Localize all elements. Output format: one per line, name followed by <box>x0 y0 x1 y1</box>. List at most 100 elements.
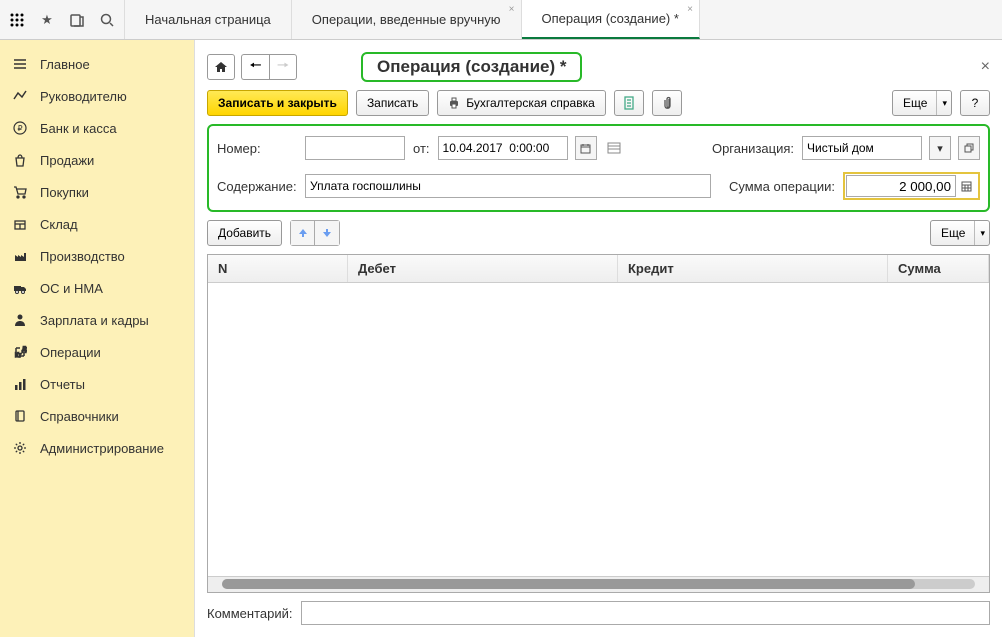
calculator-button[interactable] <box>955 175 977 197</box>
more-button[interactable]: Еще ▾ <box>892 90 952 116</box>
chevron-down-icon: ▾ <box>936 91 947 115</box>
ops-icon: ДтКт <box>12 344 28 360</box>
sidebar-item-manager[interactable]: Руководителю <box>0 80 194 112</box>
list-icon[interactable] <box>605 139 623 157</box>
tab-operations-list[interactable]: Операции, введенные вручную × <box>292 0 522 39</box>
sidebar-item-label: Продажи <box>40 153 94 168</box>
report-button[interactable]: Бухгалтерская справка <box>437 90 606 116</box>
sidebar-item-main[interactable]: Главное <box>0 48 194 80</box>
comment-input[interactable] <box>301 601 991 625</box>
sidebar: Главное Руководителю ₽ Банк и касса Прод… <box>0 40 195 637</box>
sidebar-item-label: ОС и НМА <box>40 281 103 296</box>
tab-home[interactable]: Начальная страница <box>125 0 292 39</box>
apps-icon[interactable] <box>8 11 26 29</box>
back-button[interactable]: 🠔 <box>241 54 269 80</box>
calendar-button[interactable] <box>575 136 597 160</box>
nav-row: 🠔 🠖 Операция (создание) * × <box>207 52 990 82</box>
table-header: N Дебет Кредит Сумма <box>208 255 989 283</box>
number-input[interactable] <box>305 136 405 160</box>
close-icon[interactable]: × <box>509 4 515 15</box>
close-icon[interactable]: × <box>687 4 693 15</box>
column-debit[interactable]: Дебет <box>348 255 618 282</box>
sum-input[interactable] <box>846 175 956 197</box>
sidebar-item-operations[interactable]: ДтКт Операции <box>0 336 194 368</box>
sidebar-item-warehouse[interactable]: Склад <box>0 208 194 240</box>
date-label: от: <box>413 141 430 156</box>
tab-label: Операция (создание) * <box>542 11 679 26</box>
person-icon <box>12 312 28 328</box>
org-dropdown-button[interactable]: ▾ <box>929 136 951 160</box>
star-icon[interactable]: ★ <box>38 11 56 29</box>
form-row-2: Содержание: Сумма операции: <box>217 172 980 200</box>
forward-button[interactable]: 🠖 <box>269 54 297 80</box>
sidebar-item-label: Покупки <box>40 185 89 200</box>
column-sum[interactable]: Сумма <box>888 255 989 282</box>
top-tabs: Начальная страница Операции, введенные в… <box>125 0 700 39</box>
top-quick-icons: ★ <box>0 0 125 39</box>
sum-label: Сумма операции: <box>729 179 835 194</box>
save-close-button[interactable]: Записать и закрыть <box>207 90 348 116</box>
tab-label: Начальная страница <box>145 12 271 27</box>
sidebar-item-purchases[interactable]: Покупки <box>0 176 194 208</box>
form-row-1: Номер: от: Организация: ▾ <box>217 136 980 160</box>
factory-icon <box>12 248 28 264</box>
gear-icon <box>12 440 28 456</box>
page-title: Операция (создание) * <box>361 52 582 82</box>
save-button[interactable]: Записать <box>356 90 429 116</box>
date-input[interactable] <box>438 136 568 160</box>
truck-icon <box>12 280 28 296</box>
sidebar-item-label: Администрирование <box>40 441 164 456</box>
content-input[interactable] <box>305 174 711 198</box>
help-button[interactable]: ? <box>960 90 990 116</box>
org-label: Организация: <box>712 141 794 156</box>
table-more-button[interactable]: Еще ▾ <box>930 220 990 246</box>
sidebar-item-label: Склад <box>40 217 78 232</box>
org-open-button[interactable] <box>958 136 980 160</box>
svg-text:Кт: Кт <box>15 353 21 359</box>
sidebar-item-production[interactable]: Производство <box>0 240 194 272</box>
top-toolbar: ★ Начальная страница Операции, введенные… <box>0 0 1002 40</box>
table-body[interactable] <box>208 283 989 576</box>
number-label: Номер: <box>217 141 297 156</box>
form-panel: Номер: от: Организация: ▾ Содержание: Су… <box>207 124 990 212</box>
sidebar-item-label: Банк и касса <box>40 121 117 136</box>
move-buttons <box>290 220 340 246</box>
chevron-down-icon: ▾ <box>974 221 985 245</box>
sum-wrapper <box>843 172 980 200</box>
sidebar-item-assets[interactable]: ОС и НМА <box>0 272 194 304</box>
org-input[interactable] <box>802 136 922 160</box>
bag-icon <box>12 152 28 168</box>
sidebar-item-label: Справочники <box>40 409 119 424</box>
column-credit[interactable]: Кредит <box>618 255 888 282</box>
doc-button[interactable] <box>614 90 644 116</box>
home-button[interactable] <box>207 54 235 80</box>
box-icon <box>12 216 28 232</box>
bars-icon <box>12 376 28 392</box>
sidebar-item-admin[interactable]: Администрирование <box>0 432 194 464</box>
sidebar-item-catalogs[interactable]: Справочники <box>0 400 194 432</box>
move-up-button[interactable] <box>291 221 315 245</box>
tab-label: Операции, введенные вручную <box>312 12 501 27</box>
sidebar-item-bank[interactable]: ₽ Банк и касса <box>0 112 194 144</box>
sidebar-item-label: Зарплата и кадры <box>40 313 149 328</box>
sidebar-item-sales[interactable]: Продажи <box>0 144 194 176</box>
column-n[interactable]: N <box>208 255 348 282</box>
report-button-label: Бухгалтерская справка <box>466 96 595 110</box>
search-icon[interactable] <box>98 11 116 29</box>
attach-button[interactable] <box>652 90 682 116</box>
sidebar-item-label: Производство <box>40 249 125 264</box>
close-page-button[interactable]: × <box>981 58 990 76</box>
content-label: Содержание: <box>217 179 297 194</box>
sidebar-item-hr[interactable]: Зарплата и кадры <box>0 304 194 336</box>
sidebar-item-label: Отчеты <box>40 377 85 392</box>
move-down-button[interactable] <box>315 221 339 245</box>
tab-operation-create[interactable]: Операция (создание) * × <box>522 0 700 39</box>
horizontal-scrollbar[interactable] <box>208 576 989 592</box>
sidebar-item-label: Руководителю <box>40 89 127 104</box>
sidebar-item-label: Операции <box>40 345 101 360</box>
history-icon[interactable] <box>68 11 86 29</box>
add-button[interactable]: Добавить <box>207 220 282 246</box>
more-button-label: Еще <box>903 96 927 110</box>
sidebar-item-reports[interactable]: Отчеты <box>0 368 194 400</box>
entries-table: N Дебет Кредит Сумма <box>207 254 990 593</box>
